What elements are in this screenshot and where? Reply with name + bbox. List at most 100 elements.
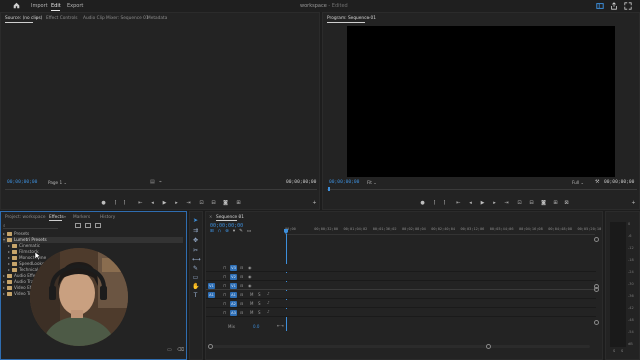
program-playhead-track[interactable] xyxy=(327,189,637,190)
go-to-out-icon[interactable]: ⇥ xyxy=(186,201,191,206)
sync-lock-icon[interactable]: ⊟ xyxy=(240,265,243,270)
captions-icon[interactable]: ▭ xyxy=(247,229,255,234)
source-page-select[interactable]: Page 1 ⌄ xyxy=(48,180,67,185)
track-target-v2[interactable]: V2 xyxy=(230,274,237,280)
track-target-v3[interactable]: V3 xyxy=(230,265,237,271)
track-target-a1[interactable]: A1 xyxy=(230,292,237,298)
sync-lock-icon[interactable]: ⊟ xyxy=(240,292,243,297)
wrench-icon[interactable]: ⚒ xyxy=(595,179,599,185)
sync-lock-icon[interactable]: ⊟ xyxy=(240,301,243,306)
sync-lock-icon[interactable]: ⊟ xyxy=(240,310,243,315)
step-back-icon[interactable]: ◂ xyxy=(150,201,155,206)
lock-icon[interactable]: ⊓ xyxy=(223,292,226,297)
scroll-thumb[interactable] xyxy=(594,320,599,325)
marker-icon[interactable]: ● xyxy=(420,201,425,206)
snap-icon[interactable]: ∩ xyxy=(218,229,225,234)
timeline-settings-icon[interactable]: ✎ xyxy=(239,229,247,234)
audio-track-row[interactable]: ⊓ A3 ⊟ M S ♪ xyxy=(206,309,596,317)
razor-tool-icon[interactable]: ✂ xyxy=(192,247,199,254)
microphone-icon[interactable]: ♪ xyxy=(267,291,270,296)
audio-track-row[interactable]: ⊓ A2 ⊟ M S ♪ xyxy=(206,300,596,308)
track-target-a3[interactable]: A3 xyxy=(230,310,237,316)
lock-icon[interactable]: ⊓ xyxy=(223,301,226,306)
export-frame-icon[interactable]: ◙ xyxy=(541,201,546,206)
new-custom-bin-icon[interactable]: ▭ xyxy=(167,347,172,353)
source-timecode-current[interactable]: 00;00;00;00 xyxy=(7,180,37,185)
meter-solo-left[interactable]: S xyxy=(613,349,615,353)
fullscreen-icon[interactable] xyxy=(624,2,632,10)
lift-icon[interactable]: ⊡ xyxy=(517,201,522,206)
sync-lock-icon[interactable]: ⊟ xyxy=(240,283,243,288)
source-link-icon[interactable]: ⌁ xyxy=(159,179,162,185)
pen-tool-icon[interactable]: ✎ xyxy=(192,265,199,272)
mute-button[interactable]: M xyxy=(250,310,253,315)
timeline-vertical-scroll-video[interactable] xyxy=(594,237,599,289)
slip-tool-icon[interactable]: ⟷ xyxy=(192,256,201,263)
program-fit-select[interactable]: Fit ⌄ xyxy=(367,180,377,185)
play-icon[interactable]: ▶ xyxy=(162,201,167,206)
insert-icon[interactable]: ⊡ xyxy=(199,201,204,206)
meter-solo-right[interactable]: S xyxy=(621,349,623,353)
marker-icon[interactable]: ● xyxy=(101,201,106,206)
track-select-tool-icon[interactable]: ⇉ xyxy=(192,227,199,234)
extract-icon[interactable]: ⊟ xyxy=(529,201,534,206)
tab-metadata[interactable]: Metadata xyxy=(147,16,167,21)
video-track-row[interactable]: ⊓ V2 ⊟ ◉ xyxy=(206,273,596,281)
overwrite-icon[interactable]: ⊟ xyxy=(211,201,216,206)
scroll-thumb[interactable] xyxy=(594,237,599,242)
selection-tool-icon[interactable]: ➤ xyxy=(192,217,199,224)
source-playhead-track[interactable] xyxy=(5,189,317,190)
step-forward-icon[interactable]: ▸ xyxy=(492,201,497,206)
scroll-thumb[interactable] xyxy=(594,287,599,292)
video-track-row[interactable]: ⊓ V3 ⊟ ◉ xyxy=(206,264,596,272)
solo-button[interactable]: S xyxy=(258,301,261,306)
mix-go-to-icon[interactable]: ⇤⇥ xyxy=(277,323,284,328)
mark-out-icon[interactable]: ⌉ xyxy=(442,201,447,206)
timeline-vertical-scroll-audio[interactable] xyxy=(594,287,599,327)
microphone-icon[interactable]: ♪ xyxy=(267,300,270,305)
source-settings-icon[interactable]: ▤ xyxy=(150,179,155,185)
go-to-in-icon[interactable]: ⇤ xyxy=(456,201,461,206)
scroll-thumb[interactable] xyxy=(486,344,491,349)
video-audio-divider[interactable] xyxy=(206,289,596,290)
program-tab-menu-icon[interactable]: ≡ xyxy=(367,15,370,20)
mark-in-icon[interactable]: ⌈ xyxy=(113,201,118,206)
play-icon[interactable]: ▶ xyxy=(480,201,485,206)
linked-selection-icon[interactable]: ⊗ xyxy=(225,229,233,234)
type-tool-icon[interactable]: T xyxy=(192,292,199,299)
step-back-icon[interactable]: ◂ xyxy=(468,201,473,206)
effects-tab-menu-icon[interactable]: ≡ xyxy=(63,214,66,219)
delete-icon[interactable]: ⌫ xyxy=(177,347,184,353)
scroll-thumb[interactable] xyxy=(208,344,213,349)
timeline-close-icon[interactable]: × xyxy=(209,214,212,219)
nav-export[interactable]: Export xyxy=(67,3,83,9)
program-timecode-current[interactable]: 00;00;00;00 xyxy=(329,180,359,185)
tab-effect-controls[interactable]: Effect Controls xyxy=(46,16,78,21)
eye-icon[interactable]: ◉ xyxy=(248,274,252,279)
timeline-ruler[interactable]: 00;00 00;00;32;00 00;01;04;02 00;01;36;02 00… xyxy=(285,223,601,235)
sequence-tab-menu-icon[interactable]: ≡ xyxy=(238,214,241,219)
button-editor-icon[interactable]: ⊞ xyxy=(236,201,241,206)
export-frame-icon[interactable]: ◙ xyxy=(223,201,228,206)
sync-lock-icon[interactable]: ⊟ xyxy=(240,274,243,279)
mark-in-icon[interactable]: ⌈ xyxy=(432,201,437,206)
go-to-out-icon[interactable]: ⇥ xyxy=(504,201,509,206)
mute-button[interactable]: M xyxy=(250,292,253,297)
yuv-effects-icon[interactable] xyxy=(95,223,101,228)
rectangle-tool-icon[interactable]: ▭ xyxy=(192,274,199,281)
program-playhead-marker[interactable] xyxy=(328,187,330,191)
lock-icon[interactable]: ⊓ xyxy=(223,274,226,279)
effects-search-input[interactable]: ⌕ xyxy=(3,223,58,229)
eye-icon[interactable]: ◉ xyxy=(248,265,252,270)
button-editor-icon[interactable]: ⊠ xyxy=(564,201,569,206)
nav-edit[interactable]: Edit xyxy=(51,3,61,9)
program-full-select[interactable]: Full ⌄ xyxy=(572,180,584,185)
comparison-view-icon[interactable]: ⊞ xyxy=(553,201,558,206)
source-patch-a1[interactable]: A1 xyxy=(208,292,215,298)
lock-icon[interactable]: ⊓ xyxy=(223,265,226,270)
timeline-horizontal-scroll[interactable] xyxy=(208,344,590,349)
mark-out-icon[interactable]: ⌉ xyxy=(122,201,127,206)
tab-project[interactable]: Project: workspace xyxy=(5,215,46,220)
workspaces-icon[interactable] xyxy=(596,2,604,10)
mix-value[interactable]: 0.0 xyxy=(253,324,259,329)
